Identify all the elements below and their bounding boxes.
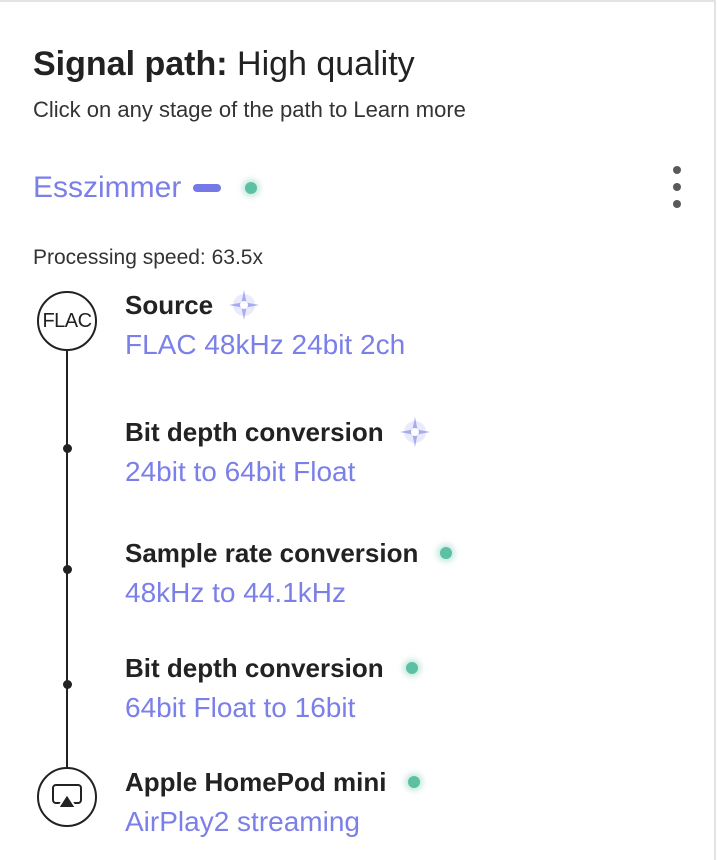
quality-label: High quality (237, 45, 415, 83)
zone-row: Esszimmer (33, 168, 258, 208)
stage-detail: AirPlay2 streaming (125, 806, 360, 837)
page-title: Signal path: High quality (33, 42, 415, 86)
more-dot-icon (673, 166, 681, 174)
stage-source[interactable]: Source FLAC 48kHz 24bit 2ch (125, 287, 405, 363)
stage-output-device[interactable]: Apple HomePod mini AirPlay2 streaming (125, 764, 421, 840)
signal-path-panel: Signal path: High quality Click on any s… (0, 0, 716, 860)
stage-detail: 48kHz to 44.1kHz (125, 577, 346, 608)
stage-title: Sample rate conversion (125, 537, 419, 568)
path-connector-dot (62, 444, 72, 453)
path-line (66, 350, 68, 768)
quality-dot-icon (440, 547, 453, 559)
quality-dot-icon (245, 182, 258, 194)
stage-detail: 24bit to 64bit Float (125, 456, 356, 487)
path-connector-dot (62, 680, 72, 689)
processing-speed: Processing speed: 63.5x (33, 246, 263, 269)
stage-sample-rate-conversion[interactable]: Sample rate conversion 48kHz to 44.1kHz (125, 535, 453, 611)
stage-detail: FLAC 48kHz 24bit 2ch (125, 329, 406, 360)
stage-bit-depth-conversion[interactable]: Bit depth conversion 24bit to 64bit Floa… (125, 414, 432, 490)
stage-title: Source (125, 289, 214, 320)
stage-title: Bit depth conversion (125, 416, 384, 447)
quality-dot-icon (408, 776, 421, 788)
sparkle-icon (399, 417, 430, 447)
title-label: Signal path: (33, 45, 228, 83)
stage-bit-depth-conversion[interactable]: Bit depth conversion 64bit Float to 16bi… (125, 650, 418, 726)
zone-name-link[interactable]: Esszimmer (33, 171, 181, 205)
source-node[interactable]: FLAC (37, 291, 97, 351)
subtitle: Click on any stage of the path to Learn … (33, 97, 466, 122)
more-options-button[interactable] (662, 162, 692, 212)
output-node[interactable] (37, 767, 97, 827)
more-dot-icon (673, 183, 681, 191)
stage-detail: 64bit Float to 16bit (125, 692, 356, 723)
quality-dot-icon (405, 662, 418, 674)
stage-title: Bit depth conversion (125, 652, 384, 683)
airplay-icon (52, 784, 82, 809)
path-connector-dot (62, 565, 72, 574)
volume-indicator (193, 184, 222, 192)
more-dot-icon (673, 200, 681, 208)
sparkle-icon (229, 290, 260, 320)
flac-badge: FLAC (42, 309, 92, 332)
stage-title: Apple HomePod mini (125, 766, 387, 797)
